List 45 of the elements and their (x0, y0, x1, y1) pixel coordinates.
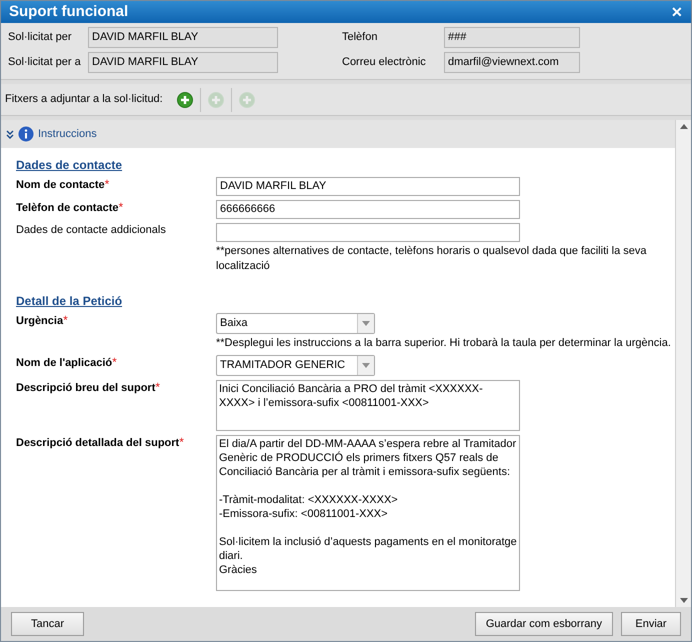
dropdown-caret-icon (362, 363, 370, 368)
readonly-field: dmarfil@viewnext.com (444, 52, 580, 73)
text-field[interactable]: DAVID MARFIL BLAY (216, 177, 520, 196)
attachments-label: Fitxers a adjuntar a la sol·licitud: (5, 92, 163, 108)
readonly-field: DAVID MARFIL BLAY (88, 52, 278, 73)
text-area[interactable]: El dia/A partir del DD-MM-AAAA s’espera rebre al Tramitador Genèric de PRODUCCIÓ els primers fitxers Q57 reals de Conciliació Bancària per al tràmit i emissora-sufix següents: -Tràmit-modalitat: <XXXXXX-XXXX> -Emissora-sufix: <00811001-XXX> Sol·licitem la inclusió d’aquests pagaments en el monitoratge diari. Gràcies (216, 435, 520, 591)
required-mark: * (179, 435, 184, 449)
text-area[interactable]: Inici Conciliació Bancària a PRO del tràmit <XXXXXX-XXXX> i l’emissora-sufix <00811001-XXX> (216, 380, 520, 431)
scroll-up-icon[interactable] (680, 124, 688, 129)
required-mark: * (112, 355, 117, 369)
dropdown-caret-icon (362, 321, 370, 326)
field-label: Dades de contacte addicionals (16, 224, 166, 236)
readonly-field: ### (444, 27, 580, 48)
submit-button[interactable]: Enviar (621, 612, 681, 636)
readonly-field: DAVID MARFIL BLAY (88, 27, 278, 48)
expand-chevron-icon (6, 130, 14, 138)
field-hint: **persones alternatives de contacte, telèfons horaris o qualsevol dada que faciliti la seva localització (216, 244, 648, 274)
field-label: Urgència (16, 315, 64, 327)
add-file-icon[interactable] (176, 92, 193, 108)
text-field[interactable]: 666666666 (216, 200, 520, 219)
close-button[interactable]: ✕ (671, 5, 683, 19)
section-heading: Dades de contacte (16, 157, 124, 174)
field-label: Descripció breu del suport (16, 382, 156, 394)
scroll-down-icon[interactable] (680, 598, 688, 603)
field-label: Telèfon de contacte (16, 202, 118, 214)
dropdown-field[interactable]: TRAMITADOR GENERIC (216, 355, 375, 376)
field-label: Descripció detallada del suport (16, 437, 180, 449)
field-label: Correu electrònic (342, 55, 427, 70)
dropdown-field[interactable]: Baixa (216, 313, 375, 334)
close-dialog-button[interactable]: Tancar (11, 612, 84, 636)
required-mark: * (118, 200, 124, 214)
field-label: Nom de l'aplicació (16, 357, 112, 369)
required-mark: * (63, 313, 68, 327)
field-label: Sol·licitat per a (8, 55, 82, 70)
field-label: Telèfon (342, 30, 378, 46)
field-hint: **Desplegui les instruccions a la barra superior. Hi trobarà la taula per determinar la urgència. (216, 336, 671, 351)
required-mark: * (104, 177, 110, 191)
field-label: Sol·licitat per (8, 30, 73, 46)
info-icon (18, 126, 34, 142)
save-draft-button[interactable]: Guardar com esborrany (474, 612, 613, 636)
field-label: Nom de contacte (16, 179, 105, 191)
window-title: Suport funcional (9, 2, 128, 22)
section-heading: Detall de la Petició (16, 293, 124, 310)
instructions-label: Instruccions (38, 126, 97, 142)
required-mark: * (155, 380, 160, 394)
